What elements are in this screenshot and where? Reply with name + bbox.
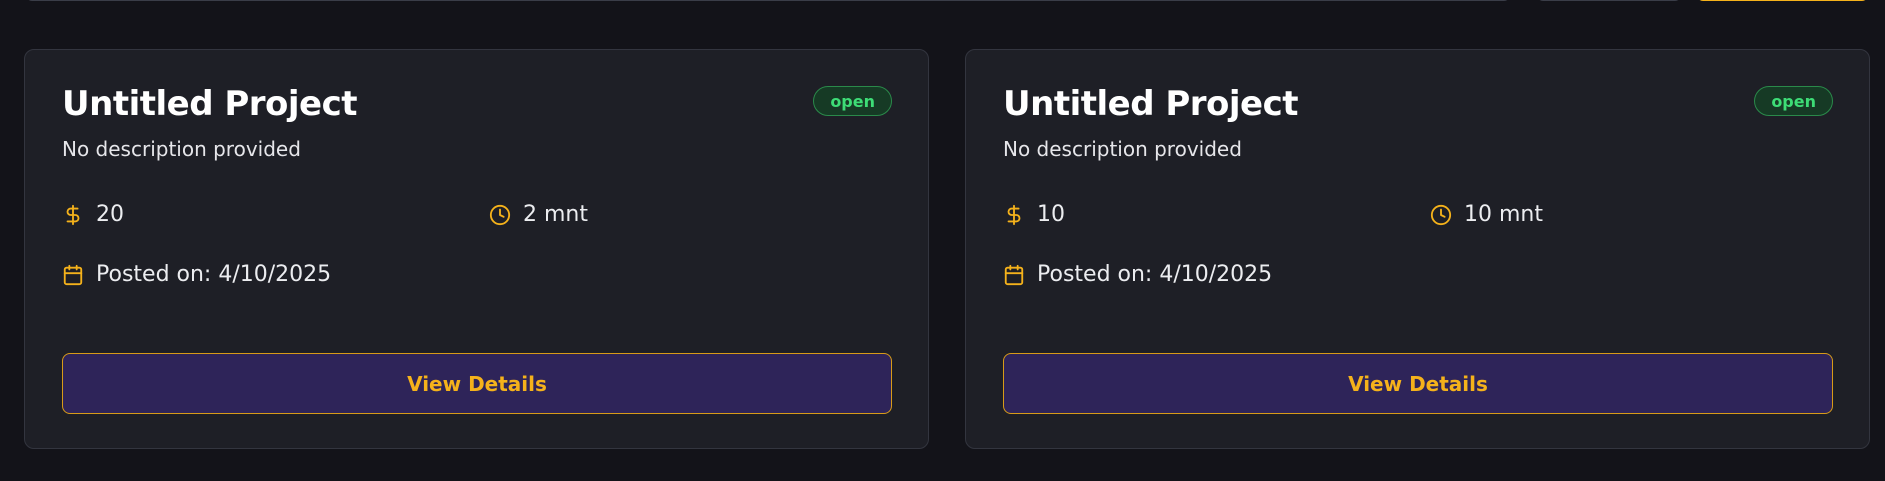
status-badge: open [1754,86,1833,116]
project-card: Untitled Project No description provided… [965,49,1870,449]
calendar-icon [62,264,84,286]
top-toolbar [0,0,1885,4]
search-input[interactable] [26,0,1510,1]
posted-date: Posted on: 4/10/2025 [1037,262,1273,287]
dollar-icon [62,204,84,226]
price-info: 20 [62,202,124,227]
duration-info: 2 mnt [489,202,588,227]
filter-select[interactable] [1537,0,1681,1]
clock-icon [1430,204,1452,226]
posted-date: Posted on: 4/10/2025 [96,262,332,287]
duration-value: 2 mnt [523,202,588,227]
posted-info: Posted on: 4/10/2025 [1003,262,1272,287]
price-value: 10 [1037,202,1065,227]
project-card: Untitled Project No description provided… [24,49,929,449]
clock-icon [489,204,511,226]
price-info: 10 [1003,202,1065,227]
project-description: No description provided [62,137,301,161]
status-badge: open [813,86,892,116]
project-grid: Untitled Project No description provided… [24,49,1871,449]
project-title: Untitled Project [62,84,358,124]
duration-value: 10 mnt [1464,202,1543,227]
view-details-button[interactable]: View Details [1003,353,1833,414]
dollar-icon [1003,204,1025,226]
view-details-button[interactable]: View Details [62,353,892,414]
project-description: No description provided [1003,137,1242,161]
calendar-icon [1003,264,1025,286]
duration-info: 10 mnt [1430,202,1543,227]
price-value: 20 [96,202,124,227]
project-title: Untitled Project [1003,84,1299,124]
create-button[interactable] [1697,0,1868,1]
posted-info: Posted on: 4/10/2025 [62,262,331,287]
